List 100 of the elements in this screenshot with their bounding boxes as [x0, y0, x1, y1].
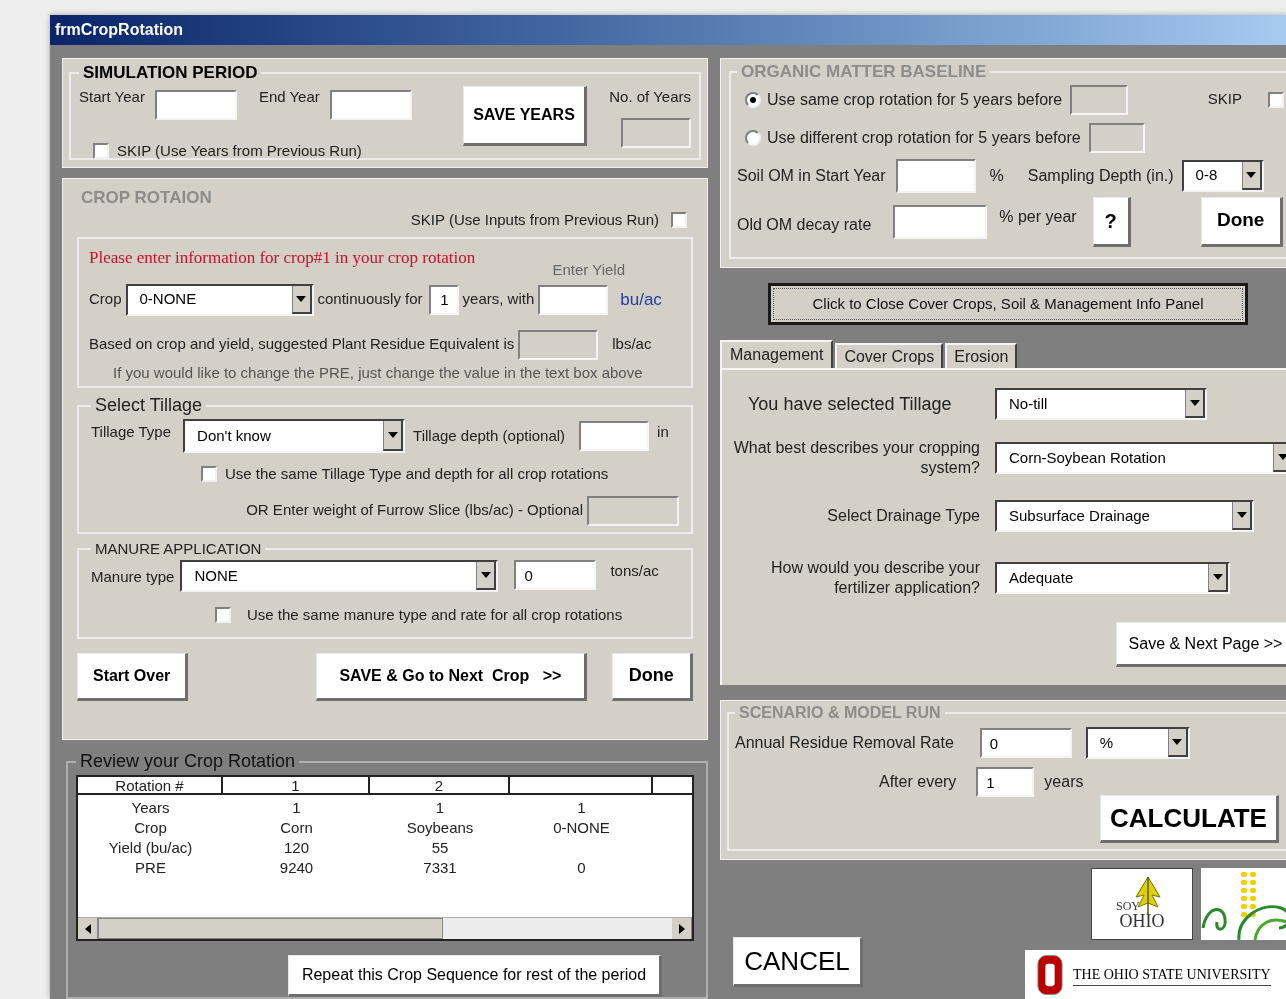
- input-field[interactable]: [1088, 122, 1145, 153]
- input-field[interactable]: 1: [976, 767, 1035, 797]
- input-field[interactable]: [154, 89, 237, 120]
- input-field[interactable]: [893, 204, 988, 239]
- input-field[interactable]: [329, 89, 412, 120]
- label: End Year: [258, 86, 320, 107]
- label: You have selected Tillage: [747, 392, 953, 416]
- caret-down-icon: [387, 432, 398, 438]
- checkbox[interactable]: [93, 142, 109, 159]
- table-cell-text: Years: [130, 798, 171, 818]
- label: Use different crop rotation for 5 years before: [767, 127, 1081, 148]
- label: SKIP: [1207, 89, 1242, 110]
- dropdown[interactable]: %: [1085, 727, 1190, 759]
- checkbox[interactable]: [201, 466, 217, 483]
- input-field[interactable]: [1070, 84, 1129, 115]
- tab[interactable]: Cover Crops: [835, 343, 944, 368]
- block-o-icon: [1037, 953, 1063, 996]
- input-field[interactable]: [621, 118, 691, 148]
- section-title: Select Tillage: [94, 394, 204, 417]
- section-title: Review your Crop Rotation: [79, 750, 297, 773]
- checkbox[interactable]: [671, 211, 687, 228]
- input-field[interactable]: [538, 284, 609, 315]
- calculate-button[interactable]: CALCULATE: [1100, 795, 1279, 843]
- label: % per year: [999, 206, 1077, 227]
- input-field[interactable]: 0: [979, 728, 1072, 758]
- label: years, with: [462, 289, 535, 310]
- radio-button[interactable]: [745, 129, 761, 146]
- caret-down-icon: [1212, 574, 1223, 580]
- table-header-cell: 2: [370, 777, 510, 793]
- corn-logo-icon: [1201, 868, 1286, 940]
- dropdown[interactable]: Subsurface Drainage: [995, 500, 1254, 532]
- section-title: ORGANIC MATTER BASELINE: [740, 61, 988, 83]
- tab[interactable]: Erosion: [945, 343, 1018, 368]
- caret-down-icon: [1189, 400, 1200, 406]
- label: Enter Yield: [552, 260, 625, 280]
- label: continuously for: [317, 289, 423, 310]
- cancel-button[interactable]: CANCEL: [733, 937, 863, 987]
- window-title: frmCropRotation: [55, 20, 183, 40]
- label: How would you describe your fertilizer application?: [770, 558, 980, 598]
- radio-button[interactable]: [745, 91, 761, 108]
- dropdown[interactable]: No-till: [995, 388, 1207, 420]
- section-title: MANURE APPLICATION: [94, 538, 263, 559]
- dropdown[interactable]: 0-NONE: [125, 283, 314, 316]
- label: %: [989, 165, 1004, 186]
- next-page-button[interactable]: Save & Next Page >>: [1116, 622, 1286, 667]
- label: Use the same manure type and rate for all crop rotations: [247, 605, 623, 625]
- label: SKIP (Use Inputs from Previous Run): [410, 209, 659, 230]
- table-cell-text: Yield (bu/ac): [107, 838, 194, 858]
- input-field[interactable]: 1: [428, 284, 459, 315]
- input-field[interactable]: [579, 421, 650, 451]
- label: No. of Years: [609, 86, 691, 107]
- scrollbar[interactable]: [78, 917, 692, 939]
- label: SKIP (Use Years from Previous Run): [117, 140, 362, 161]
- input-field[interactable]: [895, 158, 976, 193]
- table-cell-text: Corn: [279, 818, 314, 838]
- dropdown[interactable]: 0-8: [1181, 159, 1264, 192]
- checkbox[interactable]: [1268, 91, 1284, 108]
- toggle-panel-button[interactable]: Click to Close Cover Crops, Soil & Management Info Panel: [768, 283, 1248, 325]
- label: Manure type: [91, 567, 175, 587]
- label: lbs/ac: [612, 334, 652, 355]
- label: Tillage Type: [91, 422, 172, 442]
- table-header-cell: 1: [223, 777, 370, 793]
- start-over-button[interactable]: Start Over: [77, 652, 189, 701]
- label: Old OM decay rate: [737, 214, 872, 235]
- label: Crop: [89, 289, 122, 310]
- label: Soil OM in Start Year: [737, 165, 886, 186]
- table-cell-text: 0: [576, 858, 587, 878]
- dropdown[interactable]: Corn-Soybean Rotation: [995, 442, 1286, 474]
- unit-label: bu/ac: [620, 288, 662, 311]
- caret-down-icon: [1246, 171, 1257, 178]
- tab[interactable]: Management: [720, 340, 834, 368]
- input-field[interactable]: 0: [514, 560, 597, 590]
- dropdown[interactable]: Adequate: [995, 562, 1230, 594]
- table-cell-text: Crop: [133, 818, 168, 838]
- done-button[interactable]: Done: [1200, 196, 1283, 247]
- done-button[interactable]: Done: [611, 652, 693, 701]
- input-field[interactable]: [518, 329, 599, 360]
- table-cell-text: 9240: [278, 858, 315, 878]
- checkbox[interactable]: [215, 607, 231, 624]
- table-cell-text: 120: [283, 838, 310, 858]
- scroll-left-icon[interactable]: [84, 923, 91, 934]
- caret-down-icon: [296, 295, 306, 302]
- label: If you would like to change the PRE, just change the value in the text box above: [113, 362, 644, 383]
- table-cell-text: 55: [430, 838, 450, 858]
- label: Based on crop and yield, suggested Plant Residue Equivalent is: [89, 334, 515, 355]
- table-header-cell: Rotation #: [78, 777, 223, 793]
- dropdown[interactable]: Don't know: [183, 419, 406, 453]
- next-crop-button[interactable]: SAVE & Go to Next Crop >>: [316, 652, 587, 701]
- help-button[interactable]: ?: [1092, 196, 1131, 247]
- save-years-button[interactable]: SAVE YEARS: [463, 85, 587, 146]
- dropdown[interactable]: NONE: [180, 560, 499, 592]
- repeat-sequence-button[interactable]: Repeat this Crop Sequence for rest of the period: [288, 955, 662, 997]
- table-cell-text: PRE: [134, 858, 167, 878]
- input-field[interactable]: [587, 495, 679, 526]
- label: tons/ac: [610, 561, 659, 581]
- caret-down-icon: [1236, 512, 1247, 518]
- caret-down-icon: [1277, 454, 1286, 460]
- scroll-right-icon[interactable]: [678, 923, 685, 934]
- label: Tillage depth (optional): [413, 426, 566, 446]
- label: Start Year: [79, 86, 145, 107]
